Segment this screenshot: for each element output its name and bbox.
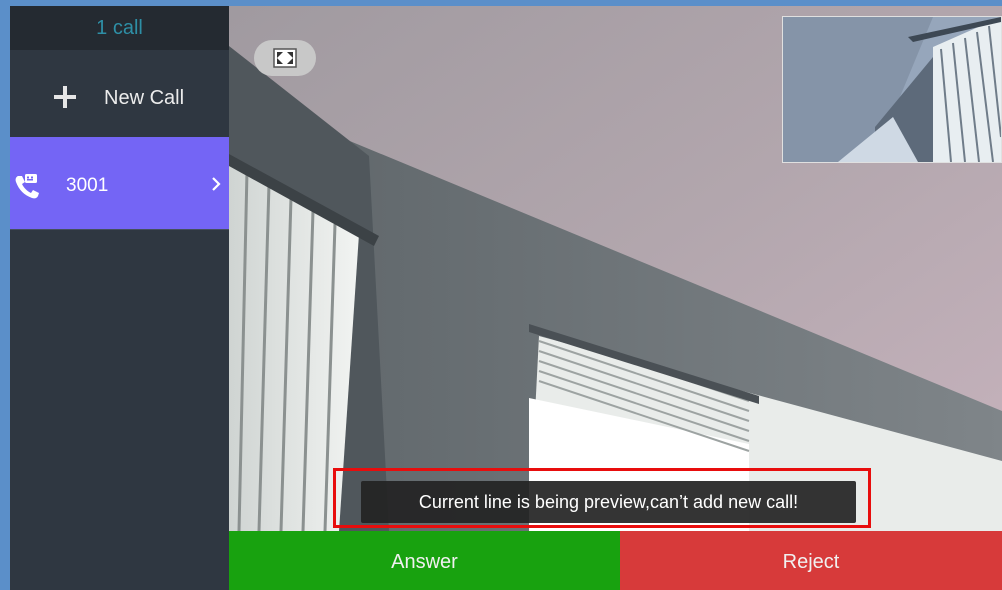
- toast-message: Current line is being preview,can’t add …: [361, 481, 856, 523]
- sidebar-divider: [10, 229, 229, 230]
- new-call-button[interactable]: New Call: [10, 50, 229, 143]
- answer-button[interactable]: Answer: [229, 531, 620, 590]
- new-call-label: New Call: [104, 87, 185, 109]
- fullscreen-button[interactable]: [254, 40, 316, 76]
- call-screen: 1 call New Call 3001 Current line is bei…: [0, 0, 1002, 590]
- call-sidebar: 1 call New Call 3001: [10, 6, 229, 590]
- chevron-right-icon: [209, 173, 223, 195]
- caller-number: 3001: [66, 175, 109, 196]
- plus-icon: [54, 86, 76, 108]
- call-line-item[interactable]: 3001: [10, 137, 229, 229]
- local-video-preview[interactable]: [782, 16, 1002, 163]
- reject-button[interactable]: Reject: [620, 531, 1002, 590]
- fullscreen-icon: [273, 48, 297, 68]
- call-count-header: 1 call: [10, 6, 229, 50]
- phone-video-icon: [12, 171, 42, 201]
